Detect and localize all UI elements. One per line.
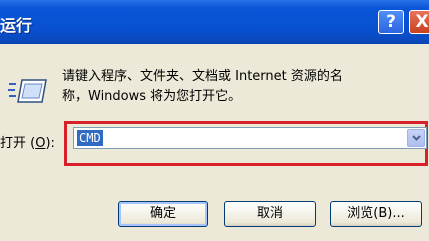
open-label: 打开 (O): <box>0 132 55 151</box>
open-label-prefix: 打开 ( <box>0 136 36 151</box>
run-dialog-body: 请键入程序、文件夹、文档或 Internet 资源的名 称，Windows 将为… <box>0 44 429 241</box>
ok-button[interactable]: 确定 <box>118 201 208 227</box>
prompt-line-1: 请键入程序、文件夹、文档或 Internet 资源的名 <box>62 69 343 84</box>
cancel-button[interactable]: 取消 <box>224 201 316 227</box>
close-button[interactable]: X <box>409 10 429 34</box>
open-label-suffix: ): <box>45 136 55 151</box>
chevron-down-icon <box>412 135 421 141</box>
title-bar[interactable]: 运行 ? X <box>0 0 429 44</box>
window-title: 运行 <box>0 16 33 35</box>
prompt-line-2: 称，Windows 将为您打开它。 <box>62 89 242 104</box>
prompt-text: 请键入程序、文件夹、文档或 Internet 资源的名 称，Windows 将为… <box>62 67 422 107</box>
open-combobox[interactable]: CMD <box>73 127 427 149</box>
run-program-icon <box>8 78 48 104</box>
help-button[interactable]: ? <box>378 10 404 34</box>
open-input-value[interactable]: CMD <box>77 130 103 146</box>
dropdown-button[interactable] <box>407 129 425 147</box>
browse-button[interactable]: 浏览(B)... <box>330 201 422 227</box>
open-label-mnemonic: O <box>35 136 46 151</box>
